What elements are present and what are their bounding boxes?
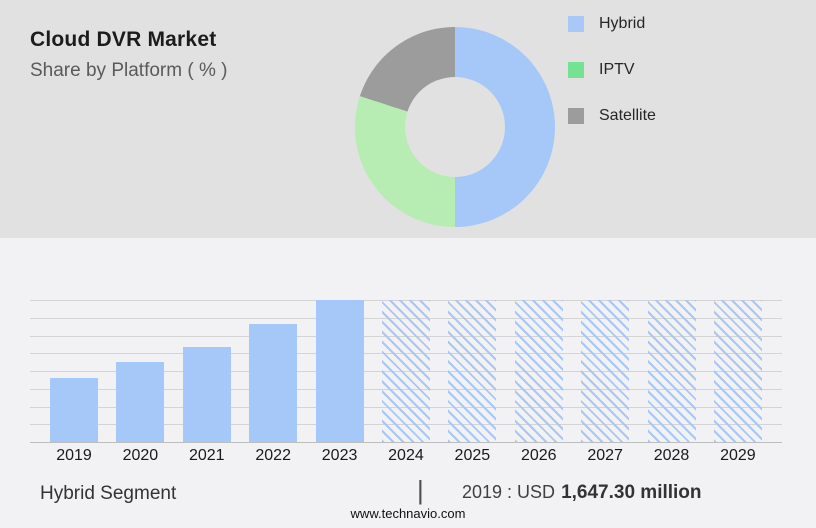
page-subtitle: Share by Platform ( % ) [30,60,228,81]
forecast-bar-2029 [713,300,762,442]
value-annotation: 2019 : USD 1,647.30 million [462,482,702,504]
legend-swatch [568,108,584,124]
bar-slot-2028: 2028 [647,300,696,470]
segment-label: Hybrid Segment [40,483,177,504]
bars-row: 2019 2020 2021 2022 2023 2024 2025 2026 2027 2028… [30,300,782,470]
forecast-bar-2027 [581,300,630,442]
bar-slot-2026: 2026 [514,300,563,470]
value-bold: 1,647.30 million [561,482,702,503]
forecast-section: 2019 2020 2021 2022 2023 2024 2025 2026 2027 2028… [0,238,816,528]
bar-label-2025: 2025 [454,447,491,464]
bar-label-2028: 2028 [653,447,690,464]
bar-2020 [116,362,165,442]
bar-slot-2023: 2023 [315,300,364,470]
bar-label-2020: 2020 [122,447,159,464]
bar-2021 [182,346,231,442]
bar-label-2019: 2019 [56,447,92,464]
bar-label-2024: 2024 [388,447,424,464]
legend-label: IPTV [599,61,635,78]
bar-slot-2020: 2020 [116,300,165,470]
bar-slot-2029: 2029 [713,300,762,470]
legend-item-hybrid: Hybrid [568,15,656,32]
footer-url: www.technavio.com [350,506,466,521]
legend-swatch [568,16,584,32]
forecast-bar-2028 [647,300,696,442]
value-prefix: 2019 : USD [462,482,556,502]
bar-slot-2025: 2025 [448,300,497,470]
bar-slot-2021: 2021 [182,300,231,470]
page-title: Cloud DVR Market [30,28,217,51]
bar-2023 [315,300,364,442]
legend-item-iptv: IPTV [568,61,656,78]
donut-legend: Hybrid IPTV Satellite [568,15,656,124]
bar-slot-2022: 2022 [249,300,298,470]
forecast-bar-2025 [448,300,497,442]
legend-label: Hybrid [599,15,646,32]
bar-label-2026: 2026 [520,447,557,464]
donut-chart [355,27,555,227]
bar-label-2029: 2029 [720,447,756,464]
bar-2019 [50,378,98,442]
bar-2022 [249,324,298,442]
bar-chart: 2019 2020 2021 2022 2023 2024 2025 2026 2027 2028… [30,300,782,470]
bar-slot-2019: 2019 [50,300,98,470]
separator-bar: | [417,475,424,505]
bar-slot-2027: 2027 [581,300,630,470]
legend-label: Satellite [599,107,656,124]
header-section: Cloud DVR Market Share by Platform ( % )… [0,0,816,238]
legend-item-satellite: Satellite [568,107,656,124]
forecast-bar-2024 [381,300,430,442]
forecast-bar-2026 [514,300,563,442]
bar-slot-2024: 2024 [381,300,430,470]
bar-label-2022: 2022 [255,447,291,464]
bar-label-2021: 2021 [188,447,225,464]
bar-label-2027: 2027 [587,447,623,464]
legend-swatch [568,62,584,78]
donut-hole [405,77,505,177]
bar-label-2023: 2023 [321,447,358,464]
